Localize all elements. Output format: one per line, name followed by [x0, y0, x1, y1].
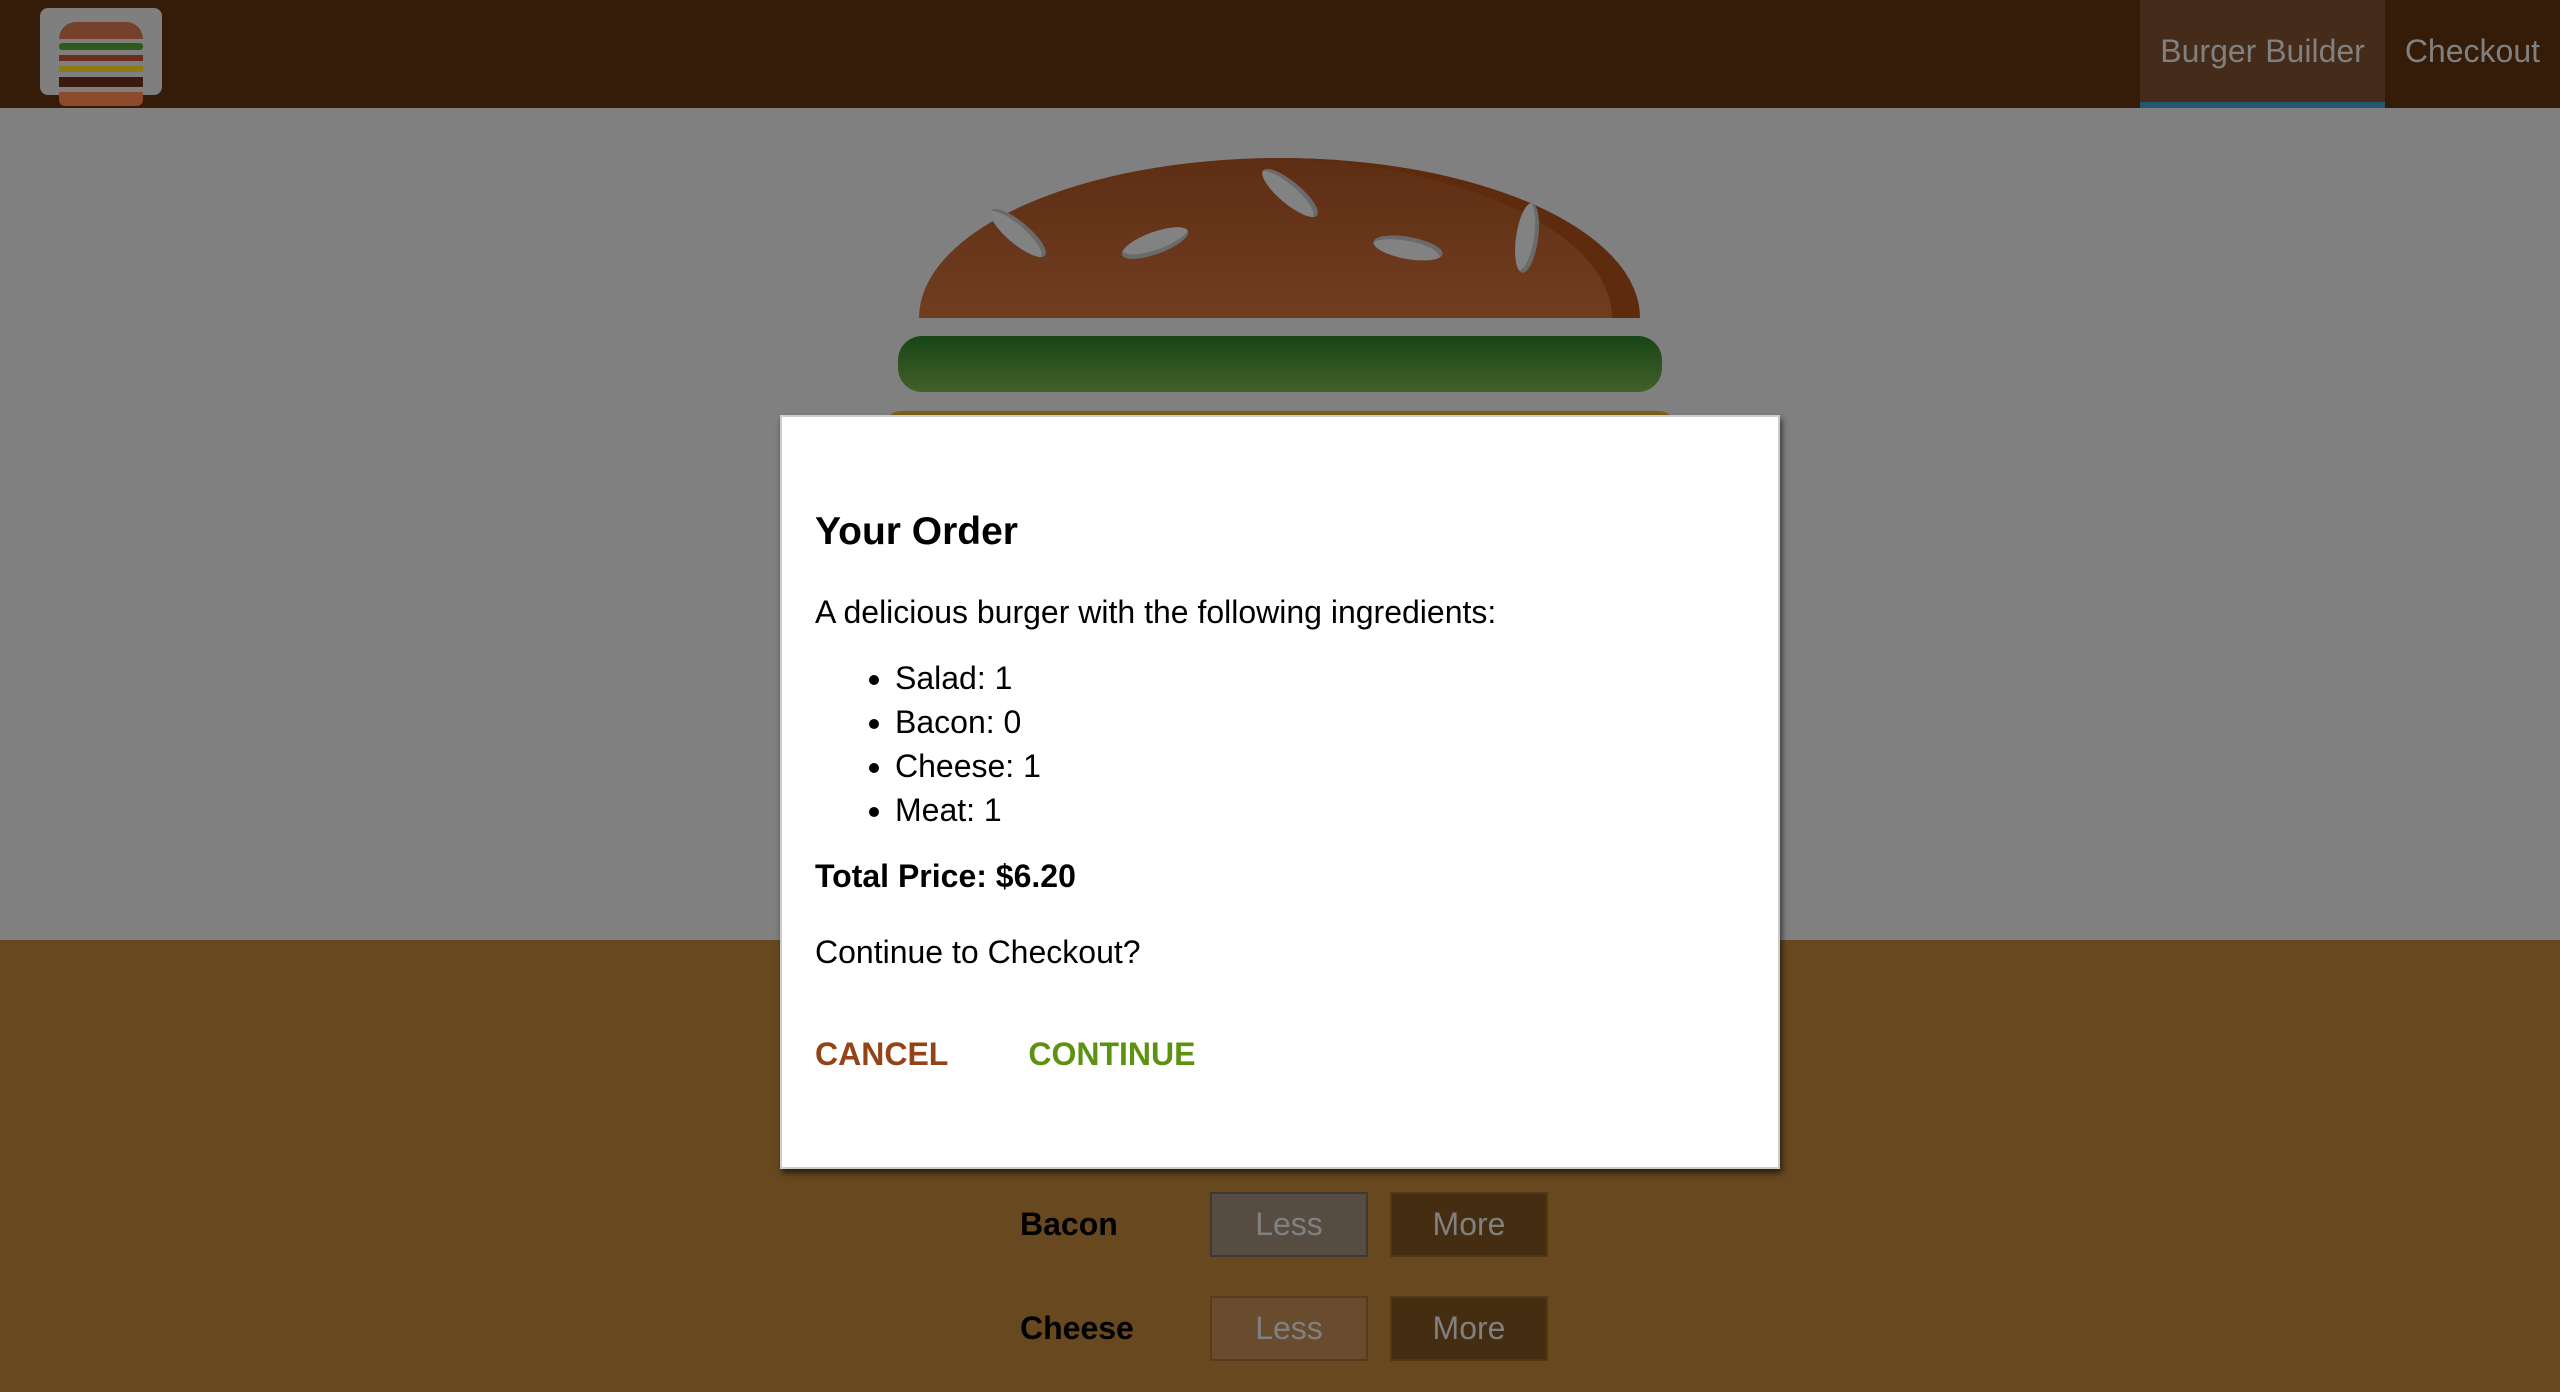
more-button[interactable]: More [1390, 1296, 1548, 1361]
modal-actions: CANCEL CONTINUE [815, 1036, 1745, 1073]
order-summary-modal: Your Order A delicious burger with the f… [780, 415, 1780, 1169]
more-button[interactable]: More [1390, 1192, 1548, 1257]
ingredient-list: Salad: 1 Bacon: 0 Cheese: 1 Meat: 1 [895, 656, 1745, 832]
modal-title: Your Order [815, 510, 1018, 553]
seed [1371, 231, 1445, 265]
salad-layer [898, 336, 1662, 392]
continue-button[interactable]: CONTINUE [1028, 1036, 1195, 1073]
nav: Burger Builder Checkout [2140, 0, 2560, 108]
control-bacon: Bacon Less More [1020, 1192, 1570, 1257]
seed [1118, 220, 1192, 266]
less-button[interactable]: Less [1210, 1296, 1368, 1361]
less-button[interactable]: Less [1210, 1192, 1368, 1257]
burger-logo-icon[interactable] [40, 8, 162, 106]
total-price: Total Price: $6.20 [815, 858, 1076, 894]
nav-checkout[interactable]: Checkout [2385, 0, 2560, 108]
control-cheese: Cheese Less More [1020, 1296, 1570, 1361]
list-item: Meat: 1 [895, 788, 1745, 832]
seed [984, 202, 1052, 264]
list-item: Bacon: 0 [895, 700, 1745, 744]
bread-top [919, 158, 1640, 318]
list-item: Cheese: 1 [895, 744, 1745, 788]
control-label: Bacon [1020, 1206, 1118, 1242]
nav-burger-builder[interactable]: Burger Builder [2140, 0, 2385, 108]
list-item: Salad: 1 [895, 656, 1745, 700]
control-label: Cheese [1020, 1310, 1134, 1346]
cancel-button[interactable]: CANCEL [815, 1036, 948, 1073]
toolbar: Burger Builder Checkout [0, 0, 2560, 108]
seed [1511, 201, 1543, 275]
checkout-question: Continue to Checkout? [815, 934, 1141, 970]
modal-intro: A delicious burger with the following in… [815, 594, 1497, 630]
seed [1256, 162, 1324, 224]
